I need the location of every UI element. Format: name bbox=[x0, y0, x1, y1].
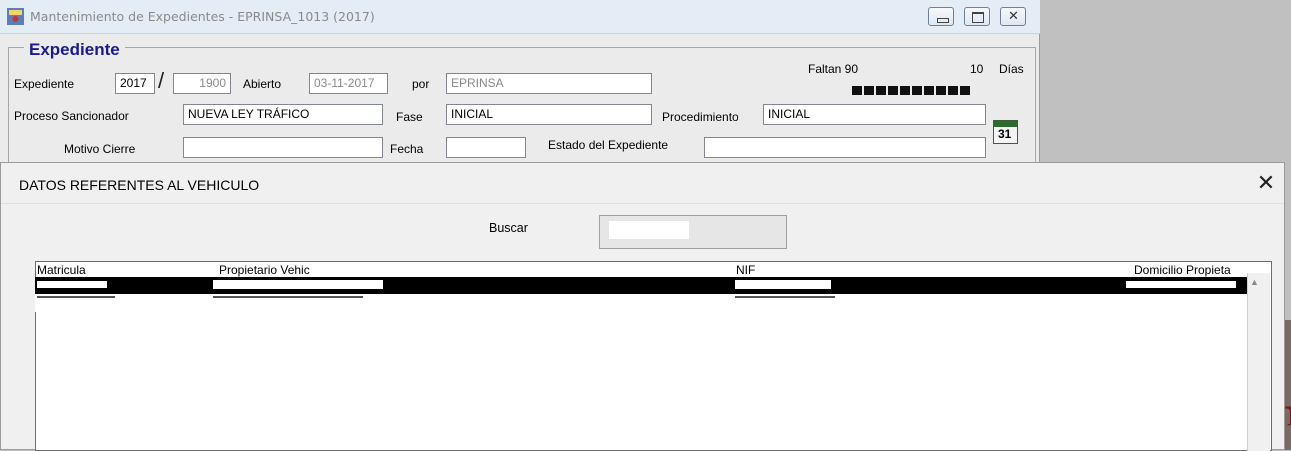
window-title: Mantenimiento de Expedientes - EPRINSA_1… bbox=[30, 9, 375, 24]
app-icon bbox=[7, 8, 24, 25]
motivo-label: Motivo Cierre bbox=[64, 142, 136, 156]
fase-label: Fase bbox=[396, 110, 423, 124]
redacted-cell bbox=[735, 280, 831, 289]
redacted-cell bbox=[213, 280, 383, 289]
fase-field[interactable]: INICIAL bbox=[446, 104, 652, 125]
redacted-cell bbox=[1126, 296, 1236, 306]
dialog-title: DATOS REFERENTES AL VEHICULO bbox=[19, 177, 260, 193]
redacted-cell bbox=[37, 296, 115, 308]
motivo-field[interactable] bbox=[183, 137, 383, 158]
scroll-up-icon[interactable]: ▲ bbox=[1250, 277, 1259, 287]
faltan-label: Faltan 90 bbox=[808, 62, 859, 76]
procedimiento-label: Procedimiento bbox=[662, 110, 739, 124]
number-field[interactable]: 1900 bbox=[173, 73, 231, 94]
search-input-redaction bbox=[609, 221, 689, 239]
close-icon: ✕ bbox=[1008, 8, 1019, 23]
dias-count: 10 bbox=[970, 62, 984, 76]
abierto-date-field[interactable]: 03-11-2017 bbox=[309, 73, 388, 94]
dialog-header-divider bbox=[1, 203, 1284, 204]
close-icon: ✕ bbox=[1256, 170, 1276, 195]
redacted-cell bbox=[213, 296, 363, 308]
vertical-scrollbar[interactable] bbox=[1247, 273, 1270, 451]
minimize-icon bbox=[937, 18, 949, 23]
column-header-matricula[interactable]: Matricula bbox=[37, 263, 86, 277]
days-progress bbox=[852, 84, 982, 95]
column-header-nif[interactable]: NIF bbox=[736, 263, 755, 277]
redacted-cell bbox=[1126, 281, 1236, 288]
column-header-propietario[interactable]: Propietario Vehic bbox=[219, 263, 310, 277]
column-header-domicilio[interactable]: Domicilio Propieta bbox=[1134, 263, 1231, 277]
dias-label: Días bbox=[999, 62, 1024, 76]
fecha-field[interactable] bbox=[446, 137, 526, 158]
group-title: Expediente bbox=[24, 40, 125, 60]
close-window-button[interactable]: ✕ bbox=[1000, 7, 1026, 26]
proceso-field[interactable]: NUEVA LEY TRÁFICO bbox=[183, 104, 383, 125]
proceso-label: Proceso Sancionador bbox=[14, 109, 129, 123]
calendar-day: 31 bbox=[998, 127, 1012, 141]
por-label: por bbox=[412, 77, 430, 91]
dialog-close-button[interactable]: ✕ bbox=[1251, 170, 1281, 196]
maximize-button[interactable] bbox=[964, 7, 990, 26]
redacted-cell bbox=[735, 296, 835, 308]
buscar-label: Buscar bbox=[489, 221, 528, 235]
calendar-icon[interactable]: 31 bbox=[993, 120, 1018, 144]
fecha-label: Fecha bbox=[390, 142, 424, 156]
estado-field[interactable] bbox=[704, 137, 986, 158]
minimize-button[interactable] bbox=[928, 7, 954, 26]
slash-separator: / bbox=[158, 68, 165, 93]
redacted-cell bbox=[37, 281, 107, 288]
year-field[interactable]: 2017 bbox=[115, 73, 155, 94]
vehicle-data-dialog: DATOS REFERENTES AL VEHICULO ✕ Buscar Ma… bbox=[0, 162, 1285, 451]
abierto-label: Abierto bbox=[243, 77, 282, 91]
maximize-icon bbox=[972, 12, 984, 23]
procedimiento-field[interactable]: INICIAL bbox=[763, 104, 986, 125]
estado-label: Estado del Expediente bbox=[548, 138, 669, 152]
expediente-label: Expediente bbox=[14, 77, 75, 91]
por-field[interactable]: EPRINSA bbox=[446, 73, 652, 94]
